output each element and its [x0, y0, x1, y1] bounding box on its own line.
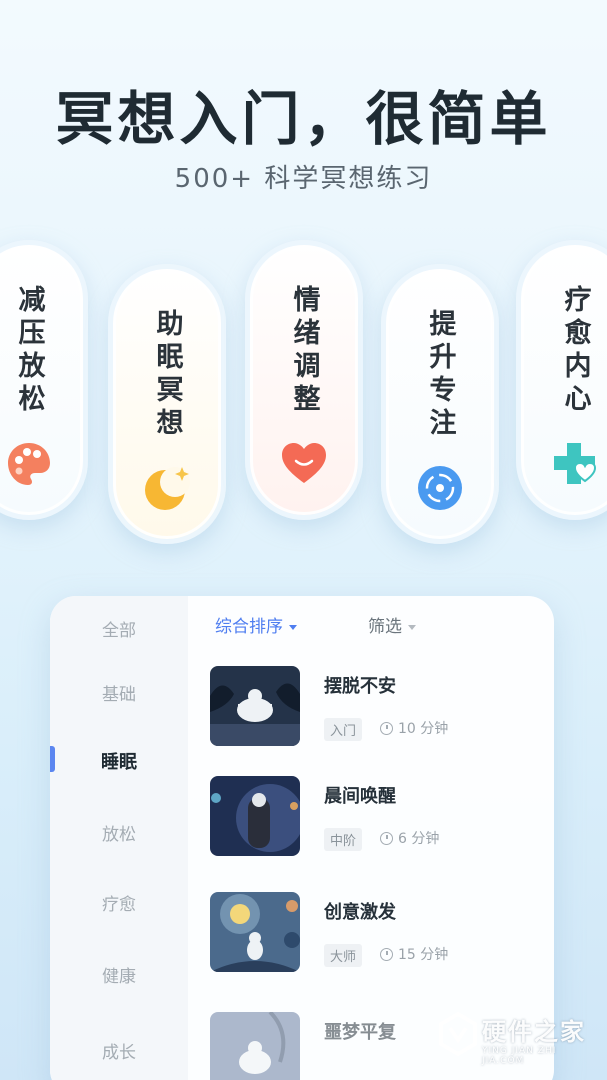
sidebar-item-relax[interactable]: 放松 — [50, 820, 188, 845]
clock-icon — [380, 831, 393, 845]
duration: 10 分钟 — [380, 718, 448, 738]
course-title: 噩梦平复 — [324, 1022, 396, 1043]
sidebar-item-all[interactable]: 全部 — [50, 616, 188, 641]
level-badge: 大师 — [324, 944, 363, 967]
sort-dropdown[interactable]: 综合排序 — [215, 612, 297, 637]
category-label: 助眠冥想 — [151, 309, 183, 441]
heart-icon — [282, 443, 326, 483]
category-label: 情绪调整 — [288, 285, 320, 417]
sidebar-item-health[interactable]: 健康 — [50, 962, 188, 987]
category-label: 提升专注 — [424, 309, 456, 441]
moon-star-icon — [145, 467, 190, 510]
level-badge: 入门 — [324, 718, 363, 741]
duration-text: 10 分钟 — [398, 721, 449, 737]
chevron-down-icon — [289, 624, 297, 630]
sidebar-item-sleep[interactable]: 睡眠 — [50, 748, 188, 774]
target-icon — [418, 466, 462, 510]
course-title: 摆脱不安 — [324, 676, 396, 697]
list-item[interactable]: 摆脱不安 入门 10 分钟 — [210, 666, 540, 756]
watermark-url: YING JIAN ZHI JIA.COM — [482, 1046, 557, 1066]
filter-dropdown[interactable]: 筛选 — [368, 612, 416, 637]
clock-icon — [380, 947, 393, 961]
category-focus[interactable]: 提升专注 — [381, 264, 499, 544]
category-sidebar: 全部 基础 睡眠 放松 疗愈 健康 成长 — [50, 596, 188, 1080]
course-thumbnail — [210, 1012, 300, 1080]
category-relax[interactable]: 减压放松 — [0, 240, 88, 520]
category-sleep[interactable]: 助眠冥想 — [108, 264, 226, 544]
filter-label: 筛选 — [368, 617, 402, 637]
sidebar-item-basic[interactable]: 基础 — [50, 680, 188, 705]
watermark: 硬件之家 YING JIAN ZHI JIA.COM — [438, 1008, 598, 1068]
duration: 6 分钟 — [380, 828, 439, 848]
sidebar-item-growth[interactable]: 成长 — [50, 1038, 188, 1063]
hero-subtitle: 500+ 科学冥想练习 — [174, 164, 433, 194]
course-title: 晨间唤醒 — [324, 786, 396, 807]
hero-title: 冥想入门，很简单 — [55, 85, 552, 153]
duration-text: 6 分钟 — [398, 831, 440, 847]
duration-text: 15 分钟 — [398, 947, 449, 963]
list-item[interactable]: 晨间唤醒 中阶 6 分钟 — [210, 776, 540, 866]
category-heal[interactable]: 疗愈内心 — [516, 240, 607, 520]
course-thumbnail — [210, 776, 300, 856]
medical-heart-icon — [554, 443, 597, 484]
hexagon-logo-icon — [439, 1012, 477, 1056]
duration: 15 分钟 — [380, 944, 448, 964]
category-emotion[interactable]: 情绪调整 — [245, 240, 363, 520]
watermark-name: 硬件之家 — [482, 1018, 586, 1046]
course-thumbnail — [210, 892, 300, 972]
category-label: 疗愈内心 — [559, 285, 591, 417]
category-label: 减压放松 — [13, 285, 45, 417]
chevron-down-icon — [408, 624, 416, 630]
level-badge: 中阶 — [324, 828, 363, 851]
list-item[interactable]: 创意激发 大师 15 分钟 — [210, 892, 540, 982]
sort-label: 综合排序 — [215, 617, 283, 637]
sidebar-item-heal[interactable]: 疗愈 — [50, 890, 188, 915]
course-thumbnail — [210, 666, 300, 746]
clock-icon — [380, 721, 393, 735]
course-title: 创意激发 — [324, 902, 396, 923]
palette-icon — [8, 443, 50, 485]
